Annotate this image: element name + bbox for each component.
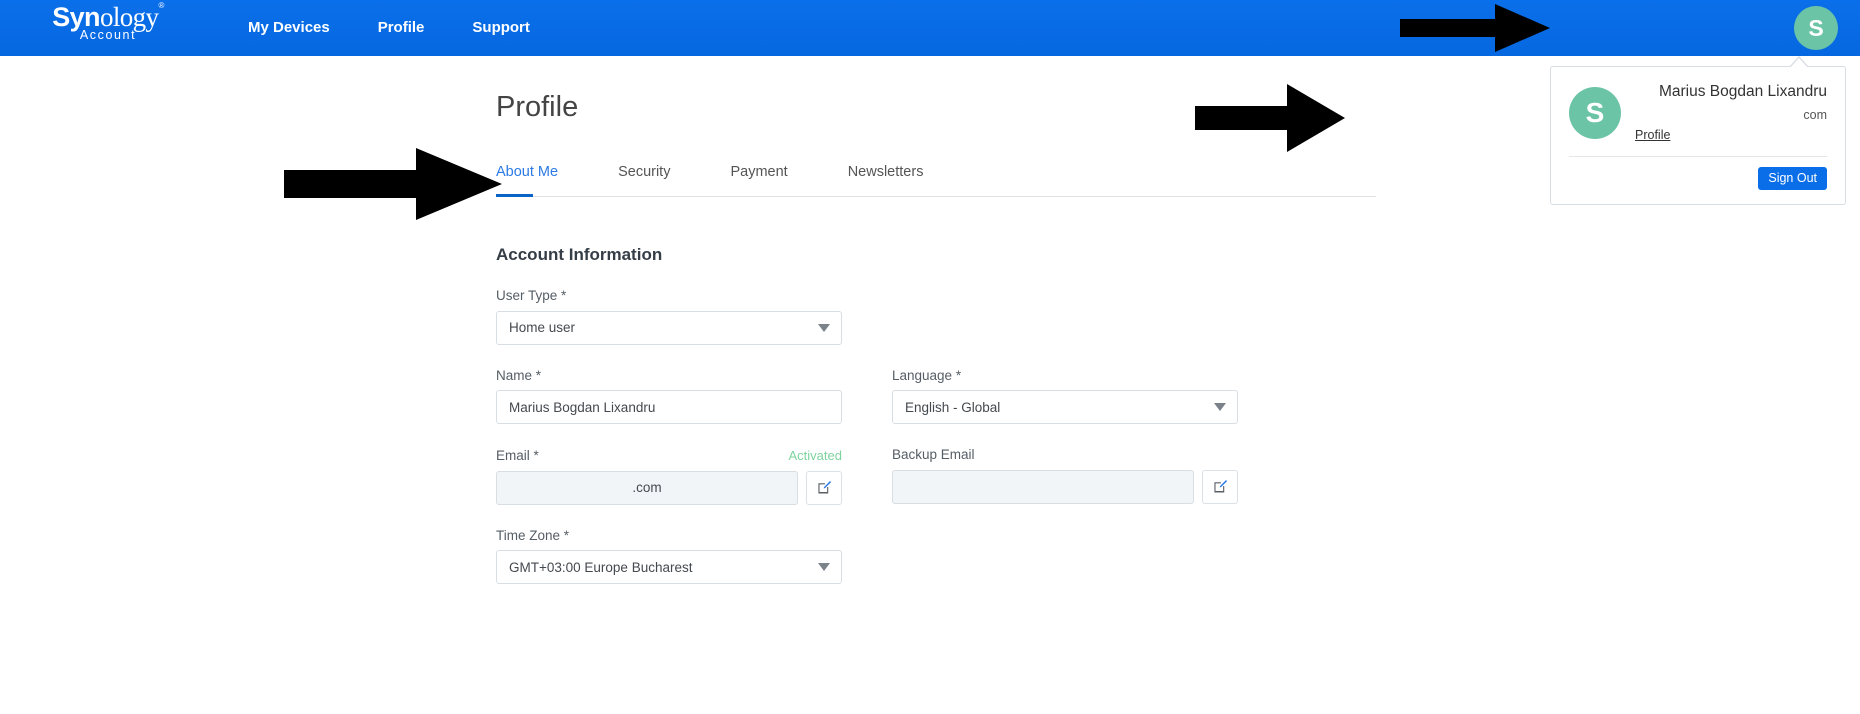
tab-payment[interactable]: Payment [730, 164, 787, 196]
chevron-down-icon [818, 563, 830, 571]
popover-user-email: com [1803, 107, 1827, 122]
field-name: Name * Marius Bogdan Lixandru [496, 367, 842, 424]
email-status-badge: Activated [788, 448, 842, 463]
label-user-type: User Type * [496, 288, 567, 303]
label-language: Language * [892, 367, 962, 383]
time-zone-select[interactable]: GMT+03:00 Europe Bucharest [496, 550, 842, 584]
profile-tabs: About Me Security Payment Newsletters [496, 164, 1376, 197]
user-type-value: Home user [509, 320, 576, 335]
tab-about-me[interactable]: About Me [496, 164, 558, 197]
nav-item-profile[interactable]: Profile [354, 0, 449, 56]
name-input[interactable]: Marius Bogdan Lixandru [496, 390, 842, 424]
field-backup-email: Backup Email [892, 448, 1238, 505]
edit-email-button[interactable] [806, 470, 842, 505]
top-navigation-bar: Synology® Account My Devices Profile Sup… [0, 0, 1860, 56]
sign-out-button[interactable]: Sign Out [1758, 166, 1827, 190]
popover-divider [1569, 155, 1827, 157]
language-value: English - Global [905, 399, 1001, 415]
field-time-zone: Time Zone * GMT+03:00 Europe Bucharest [496, 527, 842, 584]
label-line-email: Email * Activated [496, 448, 842, 471]
arrow-to-about-me-tab [284, 148, 502, 220]
form-row-time-zone: Time Zone * GMT+03:00 Europe Bucharest [496, 527, 1376, 584]
account-popover: S Marius Bogdan Lixandru com Profile Sig… [1550, 56, 1846, 205]
form-row-name-language: Name * Marius Bogdan Lixandru Language *… [496, 367, 1376, 424]
tab-newsletters[interactable]: Newsletters [848, 164, 924, 196]
popover-pointer-icon [1789, 56, 1809, 69]
logo-text-secondary: ology [99, 2, 159, 32]
language-select[interactable]: English - Global [892, 390, 1238, 424]
email-input: .com [496, 470, 798, 505]
label-time-zone: Time Zone * [496, 527, 570, 543]
field-user-type: User Type * Home user [496, 289, 842, 345]
section-title-account-information: Account Information [496, 245, 663, 264]
main-content: Profile About Me Security Payment Newsle… [496, 56, 1376, 584]
edit-pencil-icon [1213, 479, 1228, 494]
edit-backup-email-button[interactable] [1202, 469, 1238, 504]
form-row-user-type: User Type * Home user [496, 289, 1376, 345]
logo-wordmark: Synology® [52, 1, 164, 32]
user-type-select[interactable]: Home user [496, 310, 842, 345]
edit-pencil-icon [817, 480, 832, 495]
name-value: Marius Bogdan Lixandru [509, 399, 656, 415]
field-language: Language * English - Global [892, 367, 1238, 424]
synology-account-logo[interactable]: Synology® Account [38, 2, 178, 54]
backup-email-input-group [892, 469, 1238, 504]
chevron-down-icon [818, 323, 830, 332]
label-backup-email: Backup Email [892, 447, 975, 462]
popover-user-info: Marius Bogdan Lixandru com Profile [1635, 83, 1827, 144]
registered-trademark-icon: ® [158, 1, 164, 10]
field-email: Email * Activated .com [496, 448, 842, 505]
label-email: Email * [496, 448, 539, 463]
popover-header: S Marius Bogdan Lixandru com Profile [1569, 83, 1827, 144]
popover-avatar: S [1569, 87, 1621, 139]
page-title: Profile [496, 91, 579, 123]
backup-email-input [892, 469, 1194, 504]
email-input-group: .com [496, 470, 842, 505]
email-value: .com [632, 480, 662, 495]
popover-footer: Sign Out [1569, 166, 1827, 190]
nav-item-support[interactable]: Support [448, 0, 554, 56]
time-zone-value: GMT+03:00 Europe Bucharest [509, 559, 693, 575]
header-avatar[interactable]: S [1794, 6, 1838, 50]
tab-security[interactable]: Security [618, 164, 670, 196]
label-name: Name * [496, 367, 542, 383]
logo-text-primary: Syn [52, 2, 100, 32]
nav-item-my-devices[interactable]: My Devices [224, 0, 354, 56]
form-row-email: Email * Activated .com Backup Email [496, 448, 1376, 505]
primary-nav: My Devices Profile Support [224, 0, 554, 56]
popover-profile-link[interactable]: Profile [1635, 128, 1670, 142]
popover-user-name: Marius Bogdan Lixandru [1658, 83, 1827, 100]
chevron-down-icon [1214, 403, 1226, 411]
